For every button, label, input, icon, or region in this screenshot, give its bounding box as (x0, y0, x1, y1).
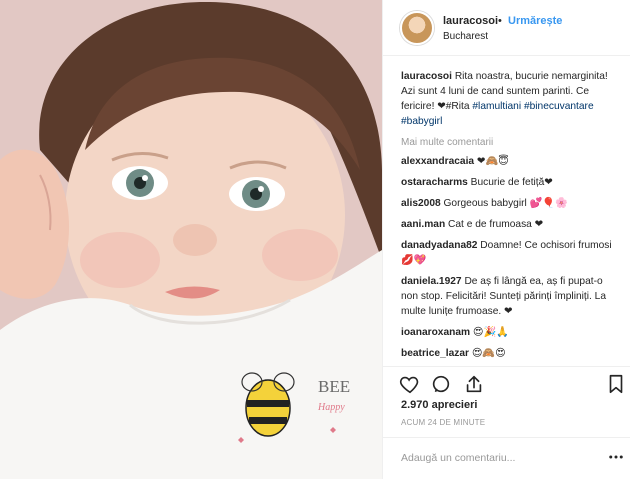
share-arrow-icon[interactable] (463, 373, 485, 395)
heart-outline-icon[interactable] (399, 373, 421, 395)
comment-item: aani.man Cat e de frumoasa ❤ (401, 217, 621, 232)
comment-item: alexxandracaia ❤🙈😇 (401, 154, 621, 169)
comment-input[interactable] (401, 447, 611, 469)
comment-username[interactable]: beatrice_lazar (401, 348, 469, 359)
comment-username[interactable]: alis2008 (401, 198, 441, 209)
caption-username[interactable]: lauracosoi (401, 71, 452, 82)
location-link[interactable]: Bucharest (443, 31, 488, 42)
comment-username[interactable]: ostaracharms (401, 177, 468, 188)
right-cheek (262, 229, 338, 281)
comment-text: 😍🙈😍 (471, 348, 506, 359)
comment-item: danadyadana82 Doamne! Ce ochisori frumos… (401, 238, 621, 268)
bee-body (245, 379, 291, 437)
post-timestamp[interactable]: ACUM 24 DE MINUTE (401, 418, 485, 427)
comment-username[interactable]: daniela.1927 (401, 276, 462, 287)
comment-text: Cat e de frumoasa ❤ (448, 219, 544, 230)
comment-item: ioanaroxanam 😍🎉🙏 (401, 325, 621, 340)
header-separator-dot: • (498, 15, 502, 27)
nose (173, 224, 217, 256)
comment-item: ostaracharms Bucurie de fetiță❤ (401, 175, 621, 190)
left-cheek (80, 232, 160, 288)
post-side-panel: lauracosoi • Urmărește Bucharest lauraco… (382, 0, 630, 479)
hashtag-link[interactable]: #binecuvantare (524, 101, 594, 112)
bee-stripe-2 (249, 417, 287, 424)
baby-photo-illustration: BEE Happy (0, 0, 382, 479)
comment-item: alis2008 Gorgeous babygirl 💕🎈🌸 (401, 196, 621, 211)
comment-text: ❤🙈😇 (476, 156, 509, 167)
post-photo[interactable]: BEE Happy (0, 0, 382, 479)
bee-stripe-1 (247, 400, 289, 407)
bookmark-icon[interactable] (605, 373, 627, 395)
happy-print-text: Happy (317, 402, 345, 413)
avatar[interactable] (400, 11, 434, 45)
comments-list[interactable]: lauracosoi Rita noastra, bucurie nemargi… (383, 57, 630, 361)
comment-item: beatrice_lazar 😍🙈😍 (401, 346, 621, 361)
comment-username[interactable]: ioanaroxanam (401, 327, 470, 338)
post-header: lauracosoi • Urmărește Bucharest (383, 0, 630, 56)
right-eye-shine (258, 186, 264, 192)
hashtag-link[interactable]: #babygirl (401, 116, 442, 127)
hashtag-link[interactable]: #lamultiani (472, 101, 521, 112)
bee-print-text: BEE (318, 377, 350, 396)
header-username[interactable]: lauracosoi (443, 15, 498, 27)
comment-text: Bucurie de fetiță❤ (470, 177, 553, 188)
comment-item: daniela.1927 De aș fi lângă ea, aș fi pu… (401, 274, 621, 319)
comment-username[interactable]: aani.man (401, 219, 445, 230)
post-caption: lauracosoi Rita noastra, bucurie nemargi… (401, 69, 621, 129)
action-bar (383, 366, 630, 394)
likes-count[interactable]: 2.970 aprecieri (401, 399, 477, 411)
speech-bubble-icon[interactable] (430, 373, 452, 395)
follow-button[interactable]: Urmărește (508, 15, 562, 27)
comment-text: 😍🎉🙏 (472, 327, 509, 338)
add-comment-bar (383, 437, 630, 479)
left-eye-shine (142, 175, 148, 181)
load-more-comments-button[interactable]: Mai multe comentarii (401, 137, 621, 148)
comment-username[interactable]: danadyadana82 (401, 240, 477, 251)
comment-text: Gorgeous babygirl 💕🎈🌸 (443, 198, 568, 209)
ellipsis-icon[interactable] (607, 448, 625, 466)
comment-username[interactable]: alexxandracaia (401, 156, 474, 167)
